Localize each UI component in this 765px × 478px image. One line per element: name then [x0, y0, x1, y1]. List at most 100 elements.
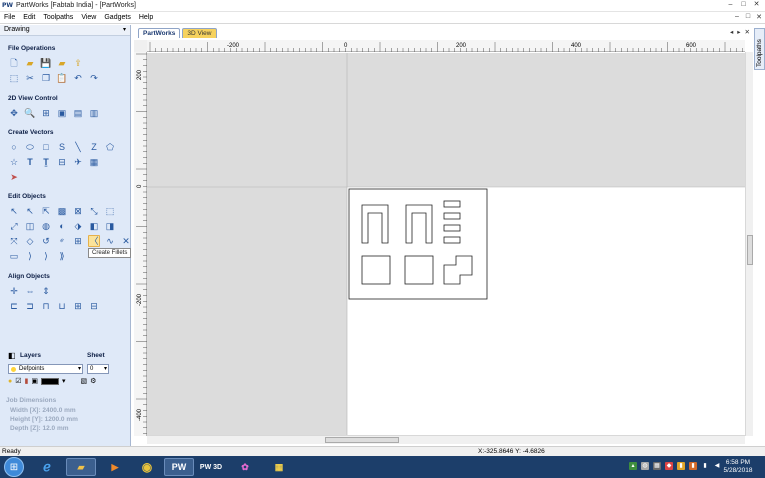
menu-gadgets[interactable]: Gadgets	[104, 13, 130, 23]
align-vertical-center-icon[interactable]: ⇕	[40, 285, 52, 297]
group-icon[interactable]: ▩	[56, 205, 68, 217]
select-all-icon[interactable]: ⬚	[8, 72, 20, 84]
menu-file[interactable]: File	[4, 13, 15, 23]
tab-vector-icon[interactable]: ▭	[8, 250, 20, 262]
distribute-horizontal-icon[interactable]: ⊞	[72, 300, 84, 312]
dimension-icon[interactable]: ⊟	[56, 156, 68, 168]
app-launcher-icon[interactable]: ▦	[264, 458, 294, 476]
start-button[interactable]: ⊞	[4, 457, 24, 477]
maximize-button[interactable]: □	[737, 0, 750, 10]
sheet-tool-icon[interactable]: ▧	[81, 377, 88, 386]
tab-scroll-left-icon[interactable]: ◂	[730, 28, 733, 36]
transform-icon[interactable]: ⇱	[40, 205, 52, 217]
import-icon[interactable]: ⇪	[72, 57, 84, 69]
view-toggle-icon[interactable]: ▥	[88, 107, 100, 119]
part-boundary[interactable]	[348, 188, 488, 300]
layer-color-icon[interactable]: ▣	[31, 377, 38, 386]
offset-icon[interactable]: ◨	[104, 220, 116, 232]
tray-app-icon[interactable]: ▮	[689, 462, 697, 470]
text-icon[interactable]: T	[24, 156, 36, 168]
curve-icon[interactable]: S	[56, 141, 68, 153]
paste-icon[interactable]: 📋	[56, 72, 68, 84]
align-right-icon[interactable]: ⊐	[24, 300, 36, 312]
text-on-curve-icon[interactable]: Ṯ	[40, 156, 52, 168]
layer-check-icon[interactable]: ☑	[15, 377, 21, 386]
toolpaths-side-tab[interactable]: Toolpaths	[754, 28, 765, 70]
align-horizontal-center-icon[interactable]: ⇔	[24, 285, 36, 297]
open-folder-icon[interactable]: ▰	[24, 57, 36, 69]
tray-app-icon[interactable]: ▴	[629, 462, 637, 470]
menu-toolpaths[interactable]: Toolpaths	[43, 13, 73, 23]
node-edit-icon[interactable]: ↖	[24, 205, 36, 217]
trace-bitmap-icon[interactable]: ✈	[72, 156, 84, 168]
tray-app-icon[interactable]: ▮	[677, 462, 685, 470]
dogbone-icon[interactable]: ⟩	[40, 250, 52, 262]
curve-fit-icon[interactable]: ↺	[40, 235, 52, 247]
ungroup-icon[interactable]: ⊠	[72, 205, 84, 217]
distribute-vertical-icon[interactable]: ⊟	[88, 300, 100, 312]
delete-icon[interactable]: ✕	[120, 235, 132, 247]
align-center-icon[interactable]: ✛	[8, 285, 20, 297]
polyline-icon[interactable]: Z	[88, 141, 100, 153]
align-left-icon[interactable]: ⊏	[8, 300, 20, 312]
ie-icon[interactable]: ℯ	[32, 458, 62, 476]
horizontal-scrollbar[interactable]	[147, 435, 745, 444]
pin-icon[interactable]: ▾	[123, 26, 126, 33]
media-player-icon[interactable]: ▶	[100, 458, 130, 476]
zoom-previous-icon[interactable]: ▣	[56, 107, 68, 119]
chrome-icon[interactable]: ◉	[132, 458, 162, 476]
layer-dropdown[interactable]: Defpoints ▾	[8, 364, 83, 374]
star-icon[interactable]: ☆	[8, 156, 20, 168]
circle-icon[interactable]: ○	[8, 141, 20, 153]
scale-icon[interactable]: ⬚	[104, 205, 116, 217]
zoom-fit-icon[interactable]: ⊞	[40, 107, 52, 119]
create-fillets-icon[interactable]: 〈	[88, 235, 100, 247]
tab-partworks[interactable]: PartWorks	[138, 28, 181, 38]
rectangle-icon[interactable]: □	[40, 141, 52, 153]
text-edit-icon[interactable]: ℯ	[56, 235, 68, 247]
arc-icon[interactable]: ╲	[72, 141, 84, 153]
tab-close-icon[interactable]: ✕	[745, 28, 750, 36]
menu-view[interactable]: View	[81, 13, 96, 23]
menu-help[interactable]: Help	[139, 13, 153, 23]
open-folder-alt-icon[interactable]: ▰	[56, 57, 68, 69]
nest-icon[interactable]: ⊞	[72, 235, 84, 247]
new-file-icon[interactable]: 🗋	[8, 57, 20, 69]
mdi-restore-button[interactable]: □	[744, 13, 752, 21]
distort-icon[interactable]: ⬗	[72, 220, 84, 232]
minimize-button[interactable]: –	[724, 0, 737, 10]
rotate-icon[interactable]: ◍	[40, 220, 52, 232]
layer-color-picker[interactable]	[41, 378, 59, 385]
polygon-icon[interactable]: ⬠	[104, 141, 116, 153]
mirror-icon[interactable]: ◐	[56, 220, 68, 232]
copy-icon[interactable]: ❐	[40, 72, 52, 84]
mdi-close-button[interactable]: ✕	[755, 13, 763, 21]
close-vector-icon[interactable]: ◇	[24, 235, 36, 247]
canvas-drawing[interactable]	[147, 53, 745, 435]
align-top-icon[interactable]: ⊓	[40, 300, 52, 312]
draw-tool-icon[interactable]: ➤	[8, 171, 20, 183]
chamfer-icon[interactable]: ⟫	[56, 250, 68, 262]
save-icon[interactable]: 💾	[40, 57, 52, 69]
layer-lock-icon[interactable]: ▮	[25, 377, 29, 386]
tab-3d-view[interactable]: 3D View	[182, 28, 217, 38]
extend-icon[interactable]: ⟩	[24, 250, 36, 262]
file-explorer-icon[interactable]: ▰	[66, 458, 96, 476]
tray-app-icon[interactable]: ▦	[653, 462, 661, 470]
size-icon[interactable]: ◫	[24, 220, 36, 232]
vertical-scrollbar[interactable]	[745, 52, 753, 436]
grid-array-icon[interactable]: ▦	[88, 156, 100, 168]
align-bottom-icon[interactable]: ⊔	[56, 300, 68, 312]
layer-color-chevron-icon[interactable]: ▾	[62, 377, 66, 386]
network-icon[interactable]: ▮	[701, 462, 709, 470]
sheet-settings-icon[interactable]: ⚙	[90, 377, 96, 386]
zoom-material-icon[interactable]: ▤	[72, 107, 84, 119]
weld-icon[interactable]: ◧	[88, 220, 100, 232]
measure-icon[interactable]: ⤡	[88, 205, 100, 217]
tray-app-icon[interactable]: ◍	[641, 462, 649, 470]
select-arrow-icon[interactable]: ↖	[8, 205, 20, 217]
layer-visible-icon[interactable]: ●	[8, 377, 12, 386]
menu-edit[interactable]: Edit	[23, 13, 35, 23]
cut-icon[interactable]: ✂	[24, 72, 36, 84]
move-icon[interactable]: ⤢	[8, 220, 20, 232]
